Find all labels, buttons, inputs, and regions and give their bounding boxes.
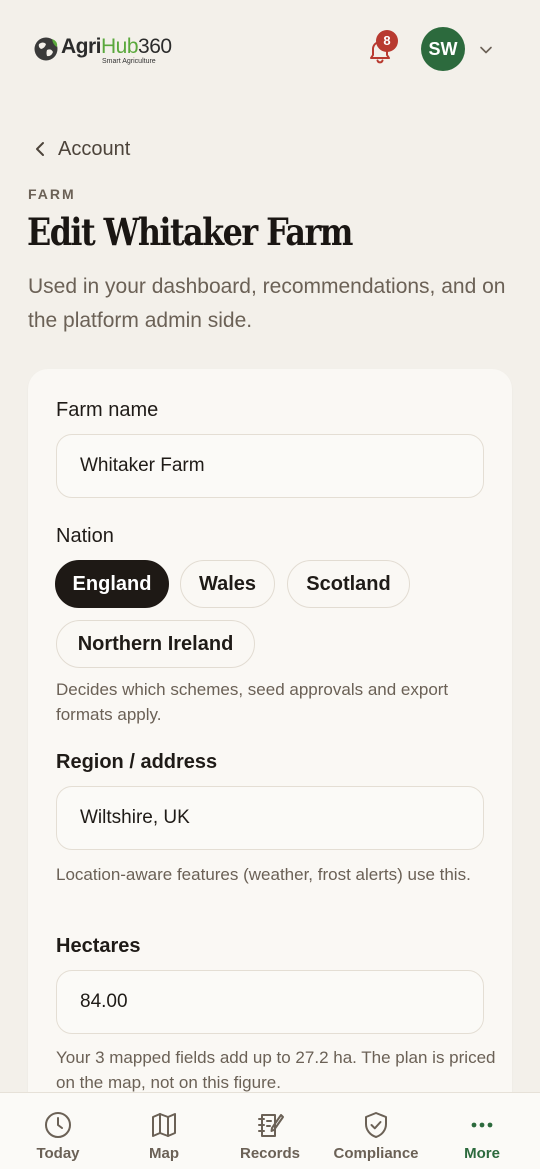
nav-item-compliance[interactable]: Compliance bbox=[322, 1093, 430, 1169]
nav-item-records[interactable]: Records bbox=[216, 1093, 324, 1169]
chevron-left-icon bbox=[36, 142, 44, 156]
back-to-account-link[interactable]: Account bbox=[30, 136, 130, 162]
nation-help-text: Decides which schemes, seed approvals an… bbox=[56, 680, 449, 724]
nation-option-wales[interactable]: Wales bbox=[180, 560, 275, 608]
app-header: AgriHub360 Smart Agriculture 8 SW bbox=[0, 0, 540, 100]
nav-item-more[interactable]: More bbox=[428, 1093, 536, 1169]
logo-wordmark: AgriHub360 bbox=[61, 35, 172, 59]
section-eyebrow: FARM bbox=[28, 186, 76, 202]
globe-logo-icon bbox=[34, 37, 58, 61]
page-title: Edit Whitaker Farm bbox=[27, 210, 353, 254]
notification-count-badge: 8 bbox=[376, 30, 398, 52]
region-help-text: Location-aware features (weather, frost … bbox=[56, 865, 471, 884]
nav-label-records: Records bbox=[239, 1145, 301, 1162]
notebook-icon bbox=[258, 1114, 284, 1137]
page-subtitle: Used in your dashboard, recommendations,… bbox=[28, 275, 506, 332]
bottom-nav: Today Map Records Compliance More bbox=[0, 1092, 540, 1169]
nav-label-map: Map bbox=[149, 1145, 179, 1162]
agrihub360-logo[interactable]: AgriHub360 Smart Agriculture bbox=[32, 32, 182, 68]
farm-name-label: Farm name bbox=[56, 399, 159, 421]
nav-item-map[interactable]: Map bbox=[110, 1093, 218, 1169]
nation-option-england[interactable]: England bbox=[55, 560, 169, 608]
region-label: Region / address bbox=[56, 751, 218, 773]
logo-tagline: Smart Agriculture bbox=[102, 58, 156, 65]
nav-label-more: More bbox=[464, 1145, 500, 1162]
logo-word-num: 360 bbox=[138, 35, 172, 58]
nav-item-today[interactable]: Today bbox=[4, 1093, 112, 1169]
hectares-input[interactable]: 84.00 bbox=[56, 970, 484, 1034]
farm-name-input[interactable]: Whitaker Farm bbox=[56, 434, 484, 498]
clock-icon bbox=[45, 1112, 71, 1138]
nav-label-today: Today bbox=[36, 1145, 80, 1162]
more-dots-icon bbox=[471, 1122, 493, 1128]
nav-label-compliance: Compliance bbox=[333, 1145, 419, 1162]
shield-check-icon bbox=[365, 1112, 387, 1138]
back-link-label: Account bbox=[58, 137, 131, 160]
edit-farm-page: AgriHub360 Smart Agriculture 8 SW Accoun… bbox=[0, 0, 540, 1169]
nation-label: Nation bbox=[56, 525, 114, 547]
logo-word-hub: Hub bbox=[101, 35, 139, 58]
nation-option-scotland[interactable]: Scotland bbox=[287, 560, 410, 608]
hectares-help-text: Your 3 mapped fields add up to 27.2 ha. … bbox=[56, 1048, 496, 1092]
user-avatar[interactable]: SW bbox=[421, 27, 465, 71]
logo-word-agri: Agri bbox=[61, 35, 102, 58]
map-icon bbox=[152, 1113, 176, 1137]
chevron-down-icon[interactable] bbox=[478, 42, 494, 58]
region-address-input[interactable]: Wiltshire, UK bbox=[56, 786, 484, 850]
hectares-label: Hectares bbox=[56, 935, 141, 957]
nation-option-northern-ireland[interactable]: Northern Ireland bbox=[56, 620, 255, 668]
